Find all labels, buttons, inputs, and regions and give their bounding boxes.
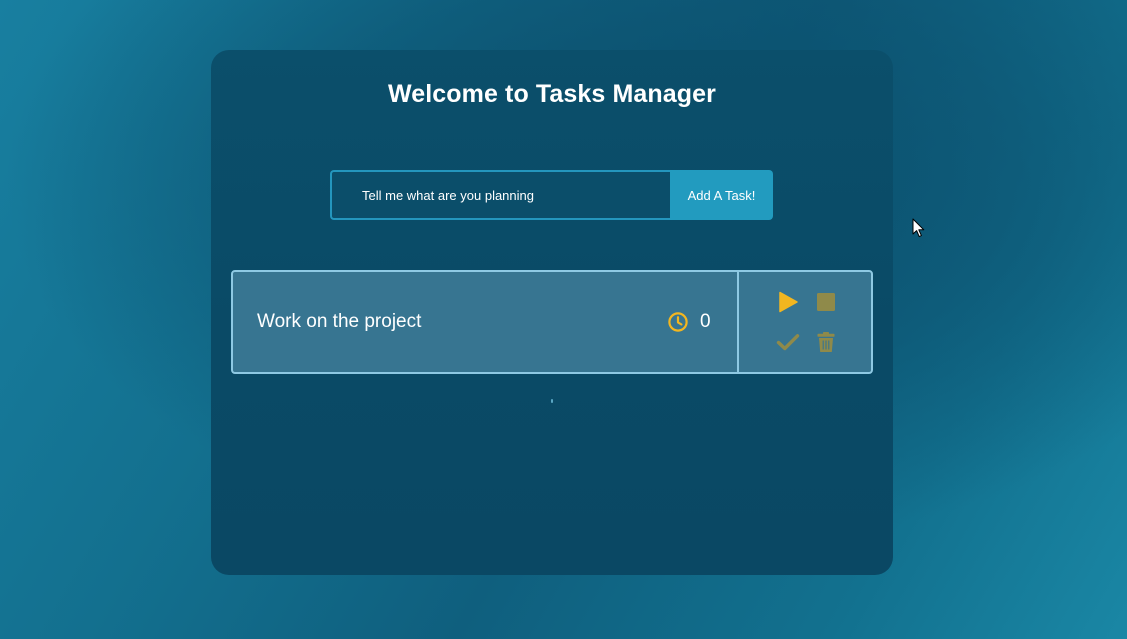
stop-icon[interactable] [814,290,838,314]
add-task-button[interactable]: Add A Task! [670,170,773,220]
play-icon[interactable] [776,290,800,314]
task-item: Work on the project 0 [231,270,873,374]
trash-icon[interactable] [814,330,838,354]
clock-icon [667,311,689,333]
add-task-form: Add A Task! [330,170,773,220]
tasks-manager-panel: Welcome to Tasks Manager Add A Task! Wor… [211,50,893,575]
check-icon[interactable] [776,330,800,354]
loading-indicator [551,399,553,403]
task-input[interactable] [330,170,671,220]
task-timer-value: 0 [700,311,711,332]
task-info: Work on the project 0 [233,272,739,372]
page-title: Welcome to Tasks Manager [388,80,716,108]
task-name: Work on the project [257,311,422,332]
mouse-cursor-icon [912,218,925,238]
task-actions [739,272,871,372]
